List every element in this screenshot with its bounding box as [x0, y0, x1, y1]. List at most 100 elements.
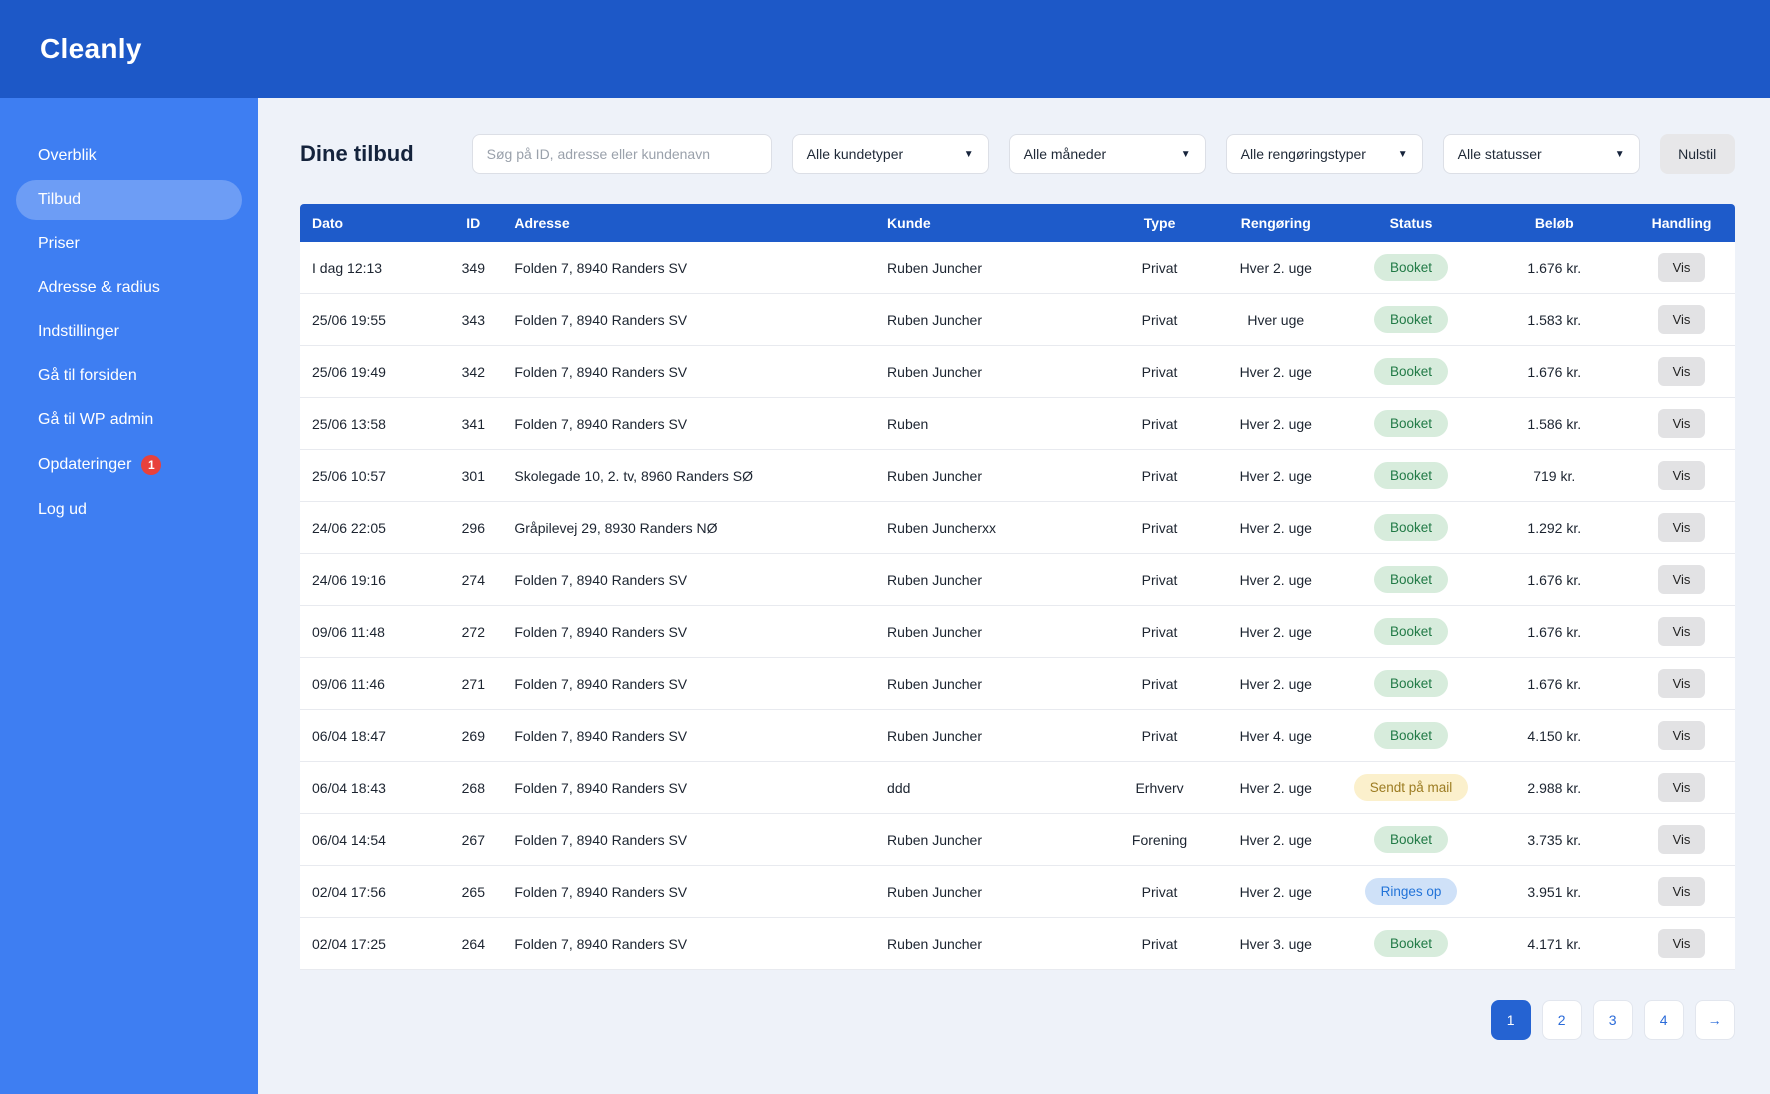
filter-statusser[interactable]: Alle statusser▼ [1443, 134, 1640, 174]
view-button[interactable]: Vis [1658, 409, 1706, 438]
cell-amount: 4.150 kr. [1480, 710, 1628, 762]
reset-button[interactable]: Nulstil [1660, 134, 1735, 174]
next-page-button[interactable]: → [1695, 1000, 1735, 1040]
status-badge: Booket [1374, 254, 1448, 281]
view-button[interactable]: Vis [1658, 825, 1706, 854]
table-body: I dag 12:13349Folden 7, 8940 Randers SVR… [300, 242, 1735, 970]
status-badge: Booket [1374, 462, 1448, 489]
view-button[interactable]: Vis [1658, 721, 1706, 750]
view-button[interactable]: Vis [1658, 929, 1706, 958]
sidebar-item-label: Adresse & radius [38, 279, 160, 297]
cell-id: 349 [440, 242, 506, 294]
view-button[interactable]: Vis [1658, 513, 1706, 542]
column-header-handling: Handling [1628, 204, 1734, 242]
cell-amount: 719 kr. [1480, 450, 1628, 502]
sidebar-item-ga-til-wp-admin[interactable]: Gå til WP admin [16, 400, 242, 440]
filter-label: Alle statusser [1458, 146, 1542, 162]
view-button[interactable]: Vis [1658, 669, 1706, 698]
cell-amount: 1.676 kr. [1480, 658, 1628, 710]
chevron-down-icon: ▼ [964, 149, 974, 160]
cell-amount: 1.676 kr. [1480, 554, 1628, 606]
cell-type: Privat [1109, 398, 1209, 450]
cell-cleaning: Hver uge [1210, 294, 1342, 346]
sidebar-item-indstillinger[interactable]: Indstillinger [16, 312, 242, 352]
cell-amount: 1.292 kr. [1480, 502, 1628, 554]
cell-amount: 1.586 kr. [1480, 398, 1628, 450]
toolbar: Dine tilbud Alle kundetyper▼Alle måneder… [300, 134, 1735, 174]
status-badge: Booket [1374, 722, 1448, 749]
cell-status: Booket [1342, 450, 1480, 502]
view-button[interactable]: Vis [1658, 565, 1706, 594]
table-row: I dag 12:13349Folden 7, 8940 Randers SVR… [300, 242, 1735, 294]
cell-action: Vis [1628, 502, 1734, 554]
column-header-type: Type [1109, 204, 1209, 242]
view-button[interactable]: Vis [1658, 305, 1706, 334]
table-row: 25/06 13:58341Folden 7, 8940 Randers SVR… [300, 398, 1735, 450]
cell-id: 343 [440, 294, 506, 346]
status-badge: Booket [1374, 410, 1448, 437]
page-button-1[interactable]: 1 [1491, 1000, 1531, 1040]
cell-action: Vis [1628, 814, 1734, 866]
cell-action: Vis [1628, 710, 1734, 762]
cell-amount: 3.951 kr. [1480, 866, 1628, 918]
cell-cleaning: Hver 2. uge [1210, 606, 1342, 658]
page-button-3[interactable]: 3 [1593, 1000, 1633, 1040]
cell-customer: Ruben Juncher [879, 242, 1109, 294]
cell-action: Vis [1628, 398, 1734, 450]
cell-cleaning: Hver 2. uge [1210, 814, 1342, 866]
column-header-reng-ring: Rengøring [1210, 204, 1342, 242]
cell-customer: Ruben Juncher [879, 918, 1109, 970]
cell-address: Folden 7, 8940 Randers SV [506, 554, 879, 606]
filter-kundetyper[interactable]: Alle kundetyper▼ [792, 134, 989, 174]
cell-cleaning: Hver 2. uge [1210, 658, 1342, 710]
cell-customer: Ruben Juncher [879, 450, 1109, 502]
view-button[interactable]: Vis [1658, 253, 1706, 282]
status-badge: Booket [1374, 826, 1448, 853]
cell-address: Folden 7, 8940 Randers SV [506, 658, 879, 710]
sidebar-item-overblik[interactable]: Overblik [16, 136, 242, 176]
cell-id: 296 [440, 502, 506, 554]
sidebar-item-ga-til-forsiden[interactable]: Gå til forsiden [16, 356, 242, 396]
view-button[interactable]: Vis [1658, 461, 1706, 490]
cell-customer: ddd [879, 762, 1109, 814]
cell-address: Gråpilevej 29, 8930 Randers NØ [506, 502, 879, 554]
filter-maaneder[interactable]: Alle måneder▼ [1009, 134, 1206, 174]
sidebar-item-adresse-radius[interactable]: Adresse & radius [16, 268, 242, 308]
cell-customer: Ruben Juncherxx [879, 502, 1109, 554]
cell-amount: 1.676 kr. [1480, 242, 1628, 294]
cell-type: Privat [1109, 866, 1209, 918]
table-row: 25/06 10:57301Skolegade 10, 2. tv, 8960 … [300, 450, 1735, 502]
sidebar-item-opdateringer[interactable]: Opdateringer1 [16, 444, 242, 486]
search-input[interactable] [472, 134, 772, 174]
cell-amount: 1.676 kr. [1480, 346, 1628, 398]
cell-status: Booket [1342, 918, 1480, 970]
view-button[interactable]: Vis [1658, 617, 1706, 646]
page-button-4[interactable]: 4 [1644, 1000, 1684, 1040]
cell-date: 24/06 22:05 [300, 502, 440, 554]
sidebar-item-tilbud[interactable]: Tilbud [16, 180, 242, 220]
cell-amount: 2.988 kr. [1480, 762, 1628, 814]
status-badge: Booket [1374, 358, 1448, 385]
cell-action: Vis [1628, 450, 1734, 502]
cell-address: Folden 7, 8940 Randers SV [506, 762, 879, 814]
cell-customer: Ruben Juncher [879, 554, 1109, 606]
cell-id: 272 [440, 606, 506, 658]
top-header: Cleanly [0, 0, 1770, 98]
sidebar: OverblikTilbudPriser Adresse & radius Inds… [0, 98, 258, 1094]
sidebar-item-priser[interactable]: Priser [16, 224, 242, 264]
cell-amount: 4.171 kr. [1480, 918, 1628, 970]
page-button-2[interactable]: 2 [1542, 1000, 1582, 1040]
status-badge: Booket [1374, 618, 1448, 645]
sidebar-item-log-ud[interactable]: Log ud [16, 490, 242, 530]
view-button[interactable]: Vis [1658, 877, 1706, 906]
app-logo[interactable]: Cleanly [40, 33, 142, 65]
view-button[interactable]: Vis [1658, 357, 1706, 386]
cell-address: Skolegade 10, 2. tv, 8960 Randers SØ [506, 450, 879, 502]
cell-address: Folden 7, 8940 Randers SV [506, 242, 879, 294]
view-button[interactable]: Vis [1658, 773, 1706, 802]
filter-rengoeringstyper[interactable]: Alle rengøringstyper▼ [1226, 134, 1423, 174]
filter-group: Alle kundetyper▼ Alle måneder▼ Alle rengør… [792, 134, 1640, 174]
table-row: 25/06 19:49342Folden 7, 8940 Randers SVR… [300, 346, 1735, 398]
chevron-down-icon: ▼ [1181, 149, 1191, 160]
cell-customer: Ruben Juncher [879, 294, 1109, 346]
